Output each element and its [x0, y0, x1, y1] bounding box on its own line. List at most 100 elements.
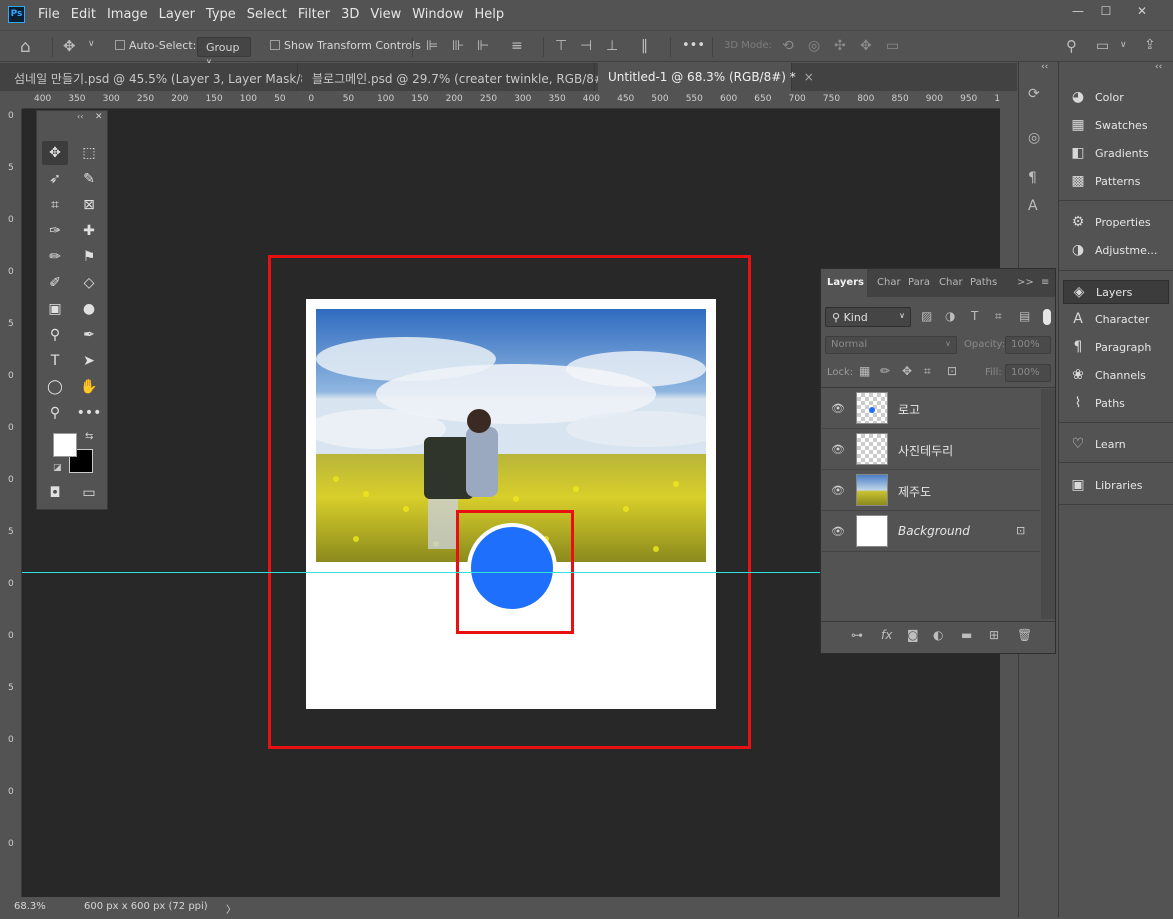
panel-patterns[interactable]: ▩ Patterns [1063, 170, 1169, 194]
more-options-button[interactable]: ••• [682, 38, 705, 53]
panel-swatches[interactable]: ▦ Swatches [1063, 114, 1169, 138]
delete-layer-icon[interactable]: 🗑 [1017, 628, 1032, 642]
align-right-icon[interactable]: ⊩ [477, 38, 489, 54]
panel-color[interactable]: ◕ Color [1063, 86, 1169, 110]
layer-row-logo[interactable]: 👁 로고 [822, 388, 1040, 429]
filter-type-icon[interactable]: T [971, 309, 978, 323]
tab-paths[interactable]: Paths [964, 269, 998, 297]
dodge-tool[interactable]: ⚲ [42, 323, 68, 347]
align-bottom-icon[interactable]: ⊥ [606, 38, 618, 54]
tab-character-styles[interactable]: Char [933, 269, 963, 297]
layer-row-photo-border[interactable]: 👁 사진테두리 [822, 429, 1040, 470]
menu-help[interactable]: Help [475, 7, 505, 22]
checkbox-box[interactable] [270, 40, 280, 50]
group-select[interactable]: Group ∨ [197, 37, 251, 66]
collapse-icon[interactable]: ‹‹ [77, 112, 83, 121]
3d-orbit-icon[interactable]: ⟲ [782, 38, 794, 54]
marquee-tool[interactable]: ⬚ [76, 141, 102, 165]
blur-tool[interactable]: ● [76, 297, 102, 321]
filter-adjustment-icon[interactable]: ◑ [945, 309, 955, 323]
status-arrow[interactable]: 〉 [226, 901, 236, 916]
checkbox-box[interactable] [115, 40, 125, 50]
layer-name[interactable]: 사진테두리 [898, 442, 953, 459]
document-canvas[interactable] [306, 299, 716, 709]
tab-untitled-1[interactable]: Untitled-1 @ 68.3% (RGB/8#) * × [598, 63, 814, 91]
path-select-tool[interactable]: ➤ [76, 349, 102, 373]
menu-image[interactable]: Image [107, 7, 148, 22]
close-icon[interactable]: × [804, 70, 814, 84]
quick-select-tool[interactable]: ✎ [76, 167, 102, 191]
menu-file[interactable]: File [38, 7, 60, 22]
panel-properties[interactable]: ⚙ Properties [1063, 211, 1169, 235]
swap-colors-icon[interactable]: ⇆ [85, 431, 93, 442]
home-icon[interactable]: ⌂ [20, 37, 31, 57]
link-layers-icon[interactable]: ⊶ [851, 628, 863, 642]
type-tool[interactable]: T [42, 349, 68, 373]
move-tool-icon[interactable]: ✥ [63, 37, 76, 55]
new-layer-icon[interactable]: ⊞ [989, 628, 999, 642]
chevron-down-icon[interactable]: ∨ [88, 39, 95, 49]
quick-mask-button[interactable]: ◘ [42, 481, 68, 505]
panel-character[interactable]: A Character [1063, 308, 1169, 332]
menu-filter[interactable]: Filter [298, 7, 330, 22]
layer-row-background[interactable]: 👁 Background ⊡ [822, 511, 1040, 552]
workspace-icon[interactable]: ▭ [1096, 38, 1109, 54]
restore-button[interactable]: ☐ [1094, 4, 1118, 20]
3d-slide-icon[interactable]: ✥ [860, 38, 872, 54]
panel-learn[interactable]: ♡ Learn [1063, 433, 1169, 457]
menu-edit[interactable]: Edit [71, 7, 96, 22]
close-icon[interactable]: ✕ [95, 112, 103, 122]
chevron-down-icon[interactable]: ∨ [1120, 40, 1127, 50]
adjustment-layer-icon[interactable]: ◐ [933, 628, 943, 642]
align-center-icon[interactable]: ⊪ [452, 38, 464, 54]
layer-row-jeju[interactable]: 👁 제주도 [822, 470, 1040, 511]
search-icon[interactable]: ⚲ [1066, 37, 1077, 55]
menu-view[interactable]: View [370, 7, 401, 22]
fx-icon[interactable]: fx [881, 628, 892, 642]
close-button[interactable]: ✕ [1130, 4, 1154, 20]
tab-character[interactable]: Char [871, 269, 901, 297]
3d-pan-icon[interactable]: ✣ [834, 38, 846, 54]
visibility-eye-icon[interactable]: 👁 [831, 525, 845, 538]
visibility-eye-icon[interactable]: 👁 [831, 402, 845, 415]
zoom-tool[interactable]: ⚲ [42, 401, 68, 425]
layer-name[interactable]: 로고 [898, 401, 920, 418]
menu-select[interactable]: Select [247, 7, 287, 22]
eyedropper-tool[interactable]: ✑ [42, 219, 68, 243]
3d-camera-icon[interactable]: ▭ [886, 38, 899, 54]
lock-all-icon[interactable]: ⊡ [947, 364, 957, 378]
more-tools[interactable]: ••• [76, 401, 102, 425]
menu-layer[interactable]: Layer [159, 7, 195, 22]
actions-panel-icon[interactable]: ◎ [1028, 130, 1040, 146]
visibility-eye-icon[interactable]: 👁 [831, 443, 845, 456]
tab-blog-main-doc[interactable]: 블로그메인.psd @ 29.7% (creater twinkle, RGB/… [302, 63, 627, 91]
opacity-input[interactable]: 100% [1005, 336, 1051, 354]
default-colors-icon[interactable]: ◪ [53, 463, 62, 473]
minimize-button[interactable]: — [1066, 4, 1090, 20]
hand-tool[interactable]: ✋ [76, 375, 102, 399]
tab-paragraph[interactable]: Para [902, 269, 932, 297]
paragraph-styles-icon[interactable]: ¶ [1028, 170, 1037, 186]
filter-toggle[interactable] [1043, 309, 1051, 325]
auto-select-checkbox[interactable]: Auto-Select: [115, 39, 196, 52]
menu-type[interactable]: Type [206, 7, 236, 22]
add-mask-icon[interactable]: ◙ [907, 628, 919, 642]
tab-thumbnail-doc[interactable]: 섬네일 만들기.psd @ 45.5% (Layer 3, Layer Mask… [4, 63, 331, 91]
lock-position-icon[interactable]: ✥ [902, 364, 912, 378]
collapse-icon[interactable]: ‹‹ [1041, 62, 1048, 72]
character-styles-icon[interactable]: A [1028, 198, 1038, 214]
horizontal-ruler[interactable]: 400 350 300 250 200 150 100 50 0 50 100 150 200 250 30… [22, 91, 1000, 109]
filter-smart-object-icon[interactable]: ▤ [1019, 309, 1030, 323]
panel-layers[interactable]: ◈ Layers [1063, 280, 1169, 304]
move-tool[interactable]: ✥ [42, 141, 68, 165]
guide-line[interactable] [22, 572, 822, 573]
3d-roll-icon[interactable]: ◎ [808, 38, 820, 54]
panel-gradients[interactable]: ◧ Gradients [1063, 142, 1169, 166]
panel-adjustments[interactable]: ◑ Adjustme... [1063, 239, 1169, 263]
foreground-color-swatch[interactable] [53, 433, 77, 457]
filter-shape-icon[interactable]: ⌗ [995, 309, 1002, 324]
lasso-tool[interactable]: ➶ [42, 167, 68, 191]
stamp-tool[interactable]: ⚑ [76, 245, 102, 269]
panel-libraries[interactable]: ▣ Libraries [1063, 474, 1169, 498]
eraser-tool[interactable]: ◇ [76, 271, 102, 295]
